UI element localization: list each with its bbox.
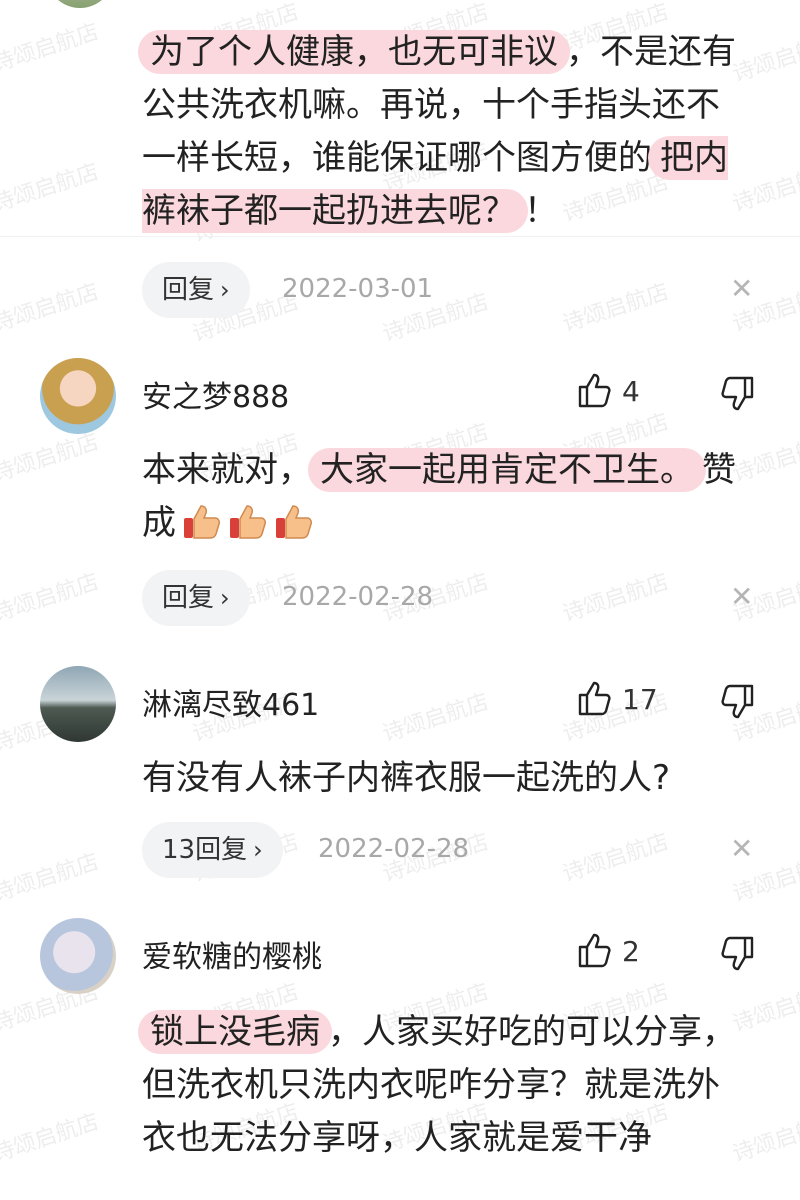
- watermark-text: 诗颂启航店: [0, 1109, 102, 1168]
- highlighted-text: 为了个人健康，也无可非议: [138, 30, 570, 74]
- close-icon[interactable]: ✕: [730, 272, 753, 305]
- watermark-text: 诗颂启航店: [0, 19, 102, 78]
- comment-text: 为了个人健康，也无可非议 ，不是还有公共洗衣机嘛。再说，十个手指头还不一样长短，谁…: [138, 26, 752, 238]
- like-count: 17: [622, 683, 658, 716]
- avatar[interactable]: [40, 918, 116, 994]
- watermark-text: 诗颂启航店: [0, 569, 102, 628]
- avatar[interactable]: [40, 358, 116, 434]
- thumbs-up-icon[interactable]: [578, 680, 612, 716]
- thumbs-up-emoji: [276, 505, 312, 539]
- close-icon[interactable]: ✕: [730, 580, 753, 613]
- thumbs-up-icon[interactable]: [578, 932, 612, 968]
- thumbs-up-icon[interactable]: [578, 372, 612, 408]
- username[interactable]: 安之梦888: [142, 372, 289, 416]
- chevron-right-icon: ›: [220, 276, 230, 304]
- close-icon[interactable]: ✕: [730, 832, 753, 865]
- comment-date: 2022-02-28: [318, 834, 470, 864]
- comment-text: 本来就对， 大家一起用肯定不卫生。 赞成: [142, 444, 752, 550]
- username[interactable]: 爱软糖的樱桃: [142, 932, 322, 976]
- comment-date: 2022-03-01: [282, 274, 434, 304]
- watermark-text: 诗颂启航店: [559, 829, 672, 888]
- reply-label: 13回复: [162, 835, 248, 865]
- watermark-text: 诗颂启航店: [0, 849, 102, 908]
- comment-text-segment: 本来就对，: [142, 450, 312, 490]
- divider: [0, 236, 800, 237]
- thumbs-down-icon[interactable]: [718, 376, 754, 412]
- chevron-right-icon: ›: [253, 836, 263, 864]
- comment-text-segment: 有没有人袜子内裤衣服一起洗的人?: [142, 758, 671, 798]
- watermark-text: 诗颂启航店: [559, 569, 672, 628]
- comment-text-segment: ！: [524, 191, 558, 231]
- watermark-text: 诗颂启航店: [0, 159, 102, 218]
- thumbs-up-emoji: [184, 505, 220, 539]
- watermark-text: 诗颂启航店: [379, 689, 492, 748]
- emoji-row: [176, 503, 314, 543]
- reply-label: 回复: [162, 583, 215, 613]
- reply-button[interactable]: 回复 ›: [142, 570, 250, 626]
- reply-button[interactable]: 回复 ›: [142, 262, 250, 318]
- avatar[interactable]: [40, 666, 116, 742]
- username[interactable]: 淋漓尽致461: [142, 680, 319, 724]
- thumbs-down-icon[interactable]: [718, 684, 754, 720]
- thumbs-down-icon[interactable]: [718, 936, 754, 972]
- chevron-right-icon: ›: [220, 584, 230, 612]
- reply-label: 回复: [162, 275, 215, 305]
- comment-text: 有没有人袜子内裤衣服一起洗的人?: [142, 752, 752, 805]
- previous-avatar: [46, 0, 114, 8]
- thumbs-up-emoji: [230, 505, 266, 539]
- highlighted-text: 大家一起用肯定不卫生。: [308, 448, 706, 492]
- like-count: 4: [622, 375, 640, 408]
- watermark-text: 诗颂启航店: [0, 279, 102, 338]
- watermark-text: 诗颂启航店: [0, 429, 102, 488]
- watermark-text: 诗颂启航店: [559, 279, 672, 338]
- highlighted-text: 锁上没毛病: [138, 1010, 332, 1054]
- reply-button[interactable]: 13回复 ›: [142, 822, 283, 878]
- comment-date: 2022-02-28: [282, 582, 434, 612]
- like-count: 2: [622, 935, 640, 968]
- comment-text: 锁上没毛病 ，人家买好吃的可以分享，但洗衣机只洗内衣呢咋分享？就是洗外衣也无法分享…: [138, 1006, 752, 1165]
